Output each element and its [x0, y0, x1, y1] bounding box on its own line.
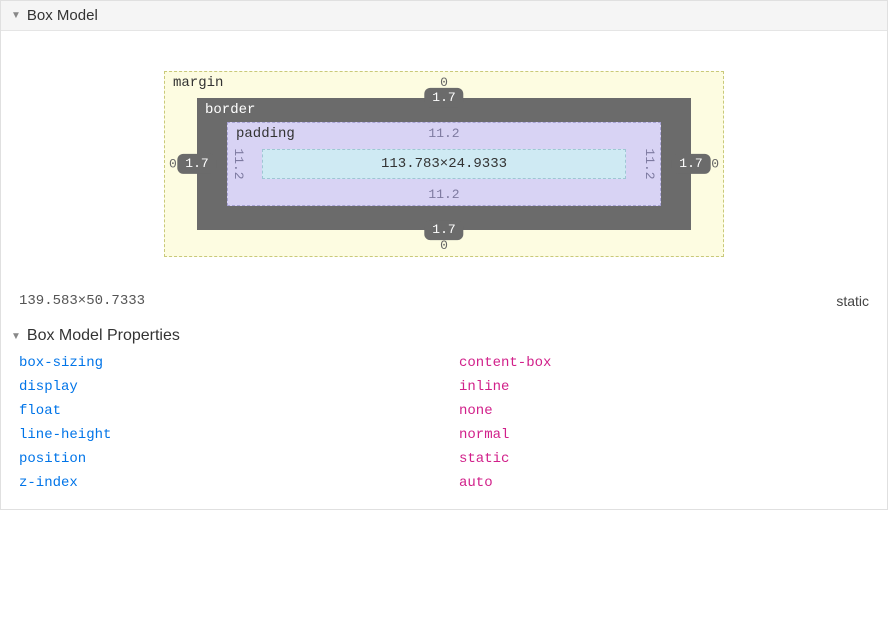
property-name: line-height	[19, 427, 459, 443]
padding-right-value[interactable]: 11.2	[643, 148, 656, 179]
property-name: box-sizing	[19, 355, 459, 371]
border-region[interactable]: border 1.7 1.7 1.7 1.7 padding 11.2 11.2…	[197, 98, 691, 230]
property-row[interactable]: box-sizing content-box	[19, 351, 869, 375]
property-name: z-index	[19, 475, 459, 491]
content-region[interactable]: 113.783×24.9333	[262, 149, 626, 179]
element-size: 139.583×50.7333	[19, 293, 145, 309]
section-header-properties[interactable]: ▼ Box Model Properties	[1, 323, 887, 351]
property-row[interactable]: display inline	[19, 375, 869, 399]
border-bottom-value[interactable]: 1.7	[424, 220, 463, 240]
padding-top-value[interactable]: 11.2	[428, 127, 459, 140]
box-model-diagram: margin 0 0 0 0 border 1.7 1.7 1.7 1.7 pa…	[1, 31, 887, 285]
margin-bottom-value[interactable]: 0	[440, 239, 448, 252]
property-row[interactable]: position static	[19, 447, 869, 471]
property-value: normal	[459, 427, 509, 443]
border-right-value[interactable]: 1.7	[671, 154, 710, 174]
margin-right-value[interactable]: 0	[711, 158, 719, 171]
padding-label: padding	[236, 126, 295, 142]
property-row[interactable]: line-height normal	[19, 423, 869, 447]
property-value: auto	[459, 475, 493, 491]
border-label: border	[205, 102, 255, 118]
box-model-panel: ▼ Box Model margin 0 0 0 0 border 1.7 1.…	[0, 0, 888, 510]
border-left-value[interactable]: 1.7	[177, 154, 216, 174]
padding-left-value[interactable]: 11.2	[232, 148, 245, 179]
margin-left-value[interactable]: 0	[169, 158, 177, 171]
content-size: 113.783×24.9333	[381, 156, 507, 172]
property-name: float	[19, 403, 459, 419]
margin-region[interactable]: margin 0 0 0 0 border 1.7 1.7 1.7 1.7 pa…	[164, 71, 724, 257]
property-row[interactable]: z-index auto	[19, 471, 869, 495]
padding-bottom-value[interactable]: 11.2	[428, 188, 459, 201]
property-value: content-box	[459, 355, 551, 371]
twisty-down-icon: ▼	[11, 10, 21, 21]
properties-list: box-sizing content-box display inline fl…	[1, 351, 887, 509]
element-position: static	[836, 293, 869, 309]
section-header-box-model[interactable]: ▼ Box Model	[1, 1, 887, 31]
property-name: display	[19, 379, 459, 395]
property-row[interactable]: float none	[19, 399, 869, 423]
property-value: static	[459, 451, 509, 467]
section-title: Box Model Properties	[27, 327, 180, 345]
twisty-down-icon: ▼	[11, 331, 21, 342]
property-name: position	[19, 451, 459, 467]
section-title: Box Model	[27, 7, 98, 24]
property-value: inline	[459, 379, 509, 395]
border-top-value[interactable]: 1.7	[424, 88, 463, 108]
padding-region[interactable]: padding 11.2 11.2 11.2 11.2 113.783×24.9…	[227, 122, 661, 206]
property-value: none	[459, 403, 493, 419]
margin-label: margin	[173, 75, 223, 91]
geometry-row: 139.583×50.7333 static	[1, 285, 887, 323]
